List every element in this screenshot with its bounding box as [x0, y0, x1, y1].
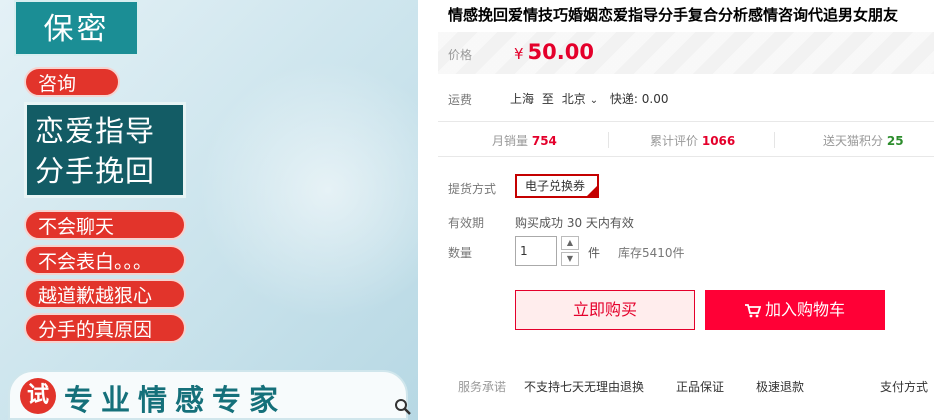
headline-line1: 恋爱指导	[35, 114, 156, 148]
bullet-1: 不会聊天	[24, 210, 186, 240]
service-genuine-guarantee[interactable]: 正品保证	[676, 378, 724, 395]
product-title: 情感挽回爱情技巧婚姻恋爱指导分手复合分析感情咨询代追男女朋友	[448, 6, 899, 24]
ship-to-word: 至	[541, 92, 554, 106]
secret-tag: 保密	[14, 0, 139, 56]
cumulative-reviews[interactable]: 累计评价 1066	[650, 132, 735, 149]
monthly-sales-value: 754	[531, 134, 557, 148]
validity-label: 有效期	[448, 216, 485, 230]
quantity-decrease-button[interactable]: ▼	[561, 252, 579, 266]
try-badge: 试	[20, 378, 56, 414]
headline-line2: 分手挽回	[35, 154, 156, 188]
chevron-down-icon[interactable]: ⌄	[590, 95, 598, 106]
shipping-info: 上海 至 北京 ⌄ 快递: 0.00	[510, 90, 673, 107]
shipping-label: 运费	[448, 93, 473, 107]
price-amount: 50.00	[527, 40, 594, 64]
add-to-cart-label[interactable]: 加入购物车	[765, 300, 845, 319]
image-background-glow	[198, 60, 418, 320]
magnifier-icon[interactable]	[394, 398, 412, 416]
buy-now-button[interactable]: 立即购买	[515, 290, 695, 330]
stats-bar: 月销量 754 累计评价 1066 送天猫积分 25	[438, 121, 934, 157]
consult-tag: 咨询	[24, 67, 120, 97]
slogan-text: 专业情感专家	[64, 383, 287, 417]
divider	[774, 132, 775, 148]
delivery-option-label[interactable]: 电子兑换券	[525, 179, 585, 193]
delivery-option-ecoupon[interactable]: 电子兑换券	[515, 174, 599, 198]
ship-to-city[interactable]: 北京	[562, 92, 586, 106]
service-fast-refund[interactable]: 极速退款	[756, 378, 804, 395]
points-label: 送天猫积分	[823, 134, 884, 148]
reviews-label[interactable]: 累计评价	[650, 134, 698, 148]
price-panel: 价格 ¥50.00	[438, 32, 934, 74]
bullet-4: 分手的真原因	[24, 313, 186, 343]
monthly-sales: 月销量 754	[492, 132, 557, 149]
bullet-3: 越道歉越狠心	[24, 279, 186, 309]
currency-symbol: ¥	[514, 45, 524, 63]
headline-box: 恋爱指导 分手挽回	[24, 102, 186, 198]
points-value: 25	[886, 134, 904, 148]
quantity-input[interactable]	[515, 236, 557, 266]
price-value: ¥50.00	[514, 40, 594, 64]
selected-check-icon	[587, 186, 597, 196]
quantity-unit: 件	[588, 246, 601, 260]
monthly-sales-label: 月销量	[492, 134, 529, 148]
bullet-2: 不会表白。。。	[24, 245, 186, 275]
slogan-banner: 试 专业情感专家	[8, 370, 408, 420]
price-label: 价格	[448, 48, 473, 62]
stock-count: 库存5410件	[618, 246, 685, 260]
reviews-value[interactable]: 1066	[702, 134, 735, 148]
validity-text: 购买成功 30 天内有效	[515, 216, 634, 230]
tmall-points: 送天猫积分 25	[823, 132, 904, 149]
service-no-7day-return[interactable]: 不支持七天无理由退换	[524, 378, 644, 395]
ship-to-selector[interactable]: 北京 ⌄	[562, 92, 602, 106]
quantity-increase-button[interactable]: ▲	[561, 236, 579, 250]
add-to-cart-button[interactable]: 加入购物车	[705, 290, 885, 330]
cart-icon	[744, 303, 761, 317]
divider	[608, 132, 609, 148]
delivery-label: 提货方式	[448, 182, 497, 196]
service-payment-methods[interactable]: 支付方式	[880, 378, 928, 395]
ship-from: 上海	[510, 92, 535, 106]
product-page: 保密 咨询 恋爱指导 分手挽回 不会聊天 不会表白。。。 越道歉越狠心 分手的真…	[0, 0, 934, 420]
service-promise-label: 服务承诺	[458, 380, 507, 394]
quantity-label: 数量	[448, 246, 473, 260]
shipping-fee: 快递: 0.00	[609, 92, 669, 106]
product-main-image[interactable]: 保密 咨询 恋爱指导 分手挽回 不会聊天 不会表白。。。 越道歉越狠心 分手的真…	[0, 0, 418, 420]
